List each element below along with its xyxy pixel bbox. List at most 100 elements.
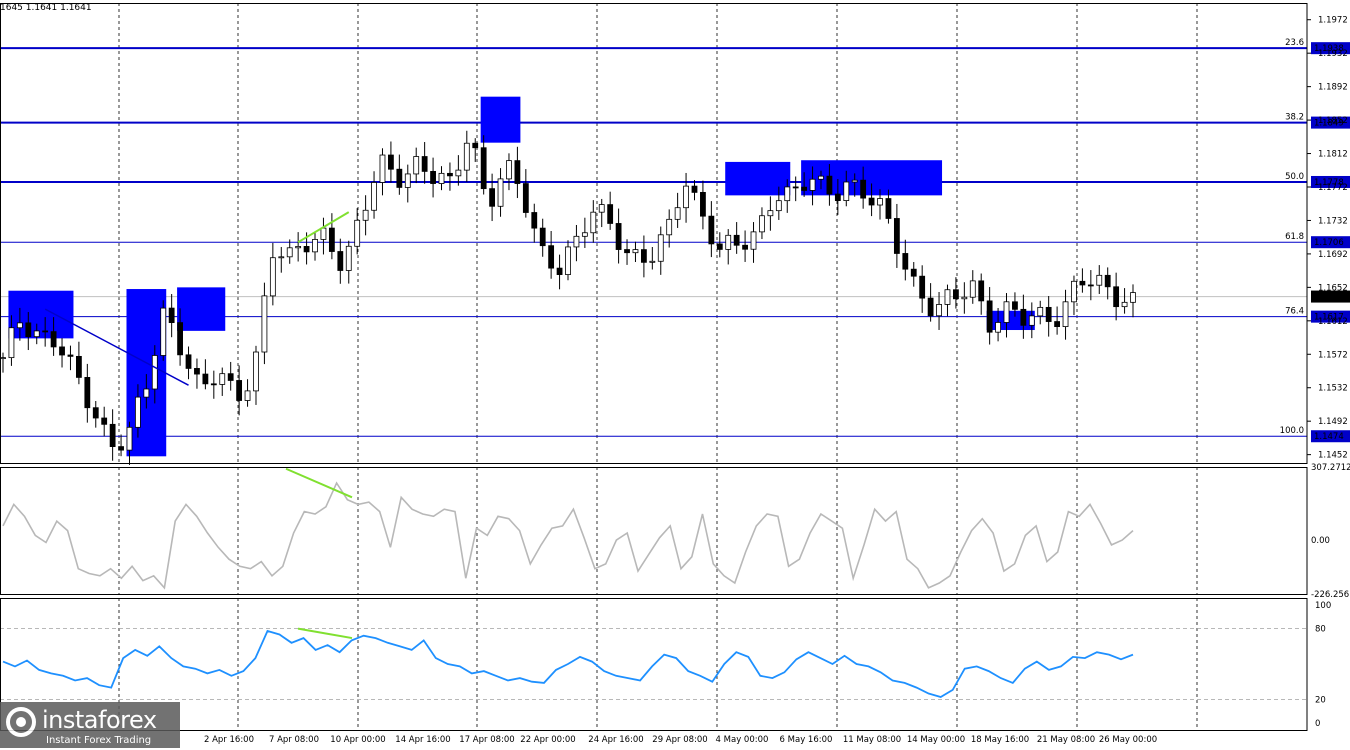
candle-body xyxy=(253,351,259,392)
brand-tagline: Instant Forex Trading xyxy=(46,735,152,746)
candle-body xyxy=(463,142,470,171)
candle-body xyxy=(902,253,909,270)
candle-body xyxy=(135,396,141,428)
fib-percent: 61.8 xyxy=(1285,232,1304,242)
candle-body xyxy=(1071,280,1077,303)
signal-box xyxy=(126,289,167,457)
candle-body xyxy=(615,223,622,250)
candle-body xyxy=(936,304,942,317)
candle-body xyxy=(168,307,175,324)
candle-body xyxy=(92,407,99,419)
signal-box xyxy=(8,290,74,339)
time-label: 18 May 16:00 xyxy=(971,735,1029,745)
candle-body xyxy=(978,280,985,302)
time-label: 21 May 08:00 xyxy=(1037,735,1095,745)
candle-body xyxy=(742,244,748,250)
candle-body xyxy=(219,373,226,385)
candle-body xyxy=(126,426,133,451)
candle-body xyxy=(269,257,276,297)
fib-percent: 100.0 xyxy=(1280,426,1304,436)
candle-body xyxy=(775,200,782,212)
candle-body xyxy=(194,368,200,375)
candle-body xyxy=(16,322,23,329)
signal-boxes xyxy=(8,96,1035,457)
candle-body xyxy=(1121,301,1128,308)
candle-body xyxy=(700,191,706,217)
candle-body xyxy=(877,198,883,206)
candle-body xyxy=(320,227,327,240)
candle-body xyxy=(413,156,420,175)
candle-body xyxy=(261,295,268,353)
candle-body xyxy=(1003,301,1010,323)
price-tick-label: 1.1812 xyxy=(1318,150,1348,160)
signal-box xyxy=(177,287,226,331)
candle-body xyxy=(109,423,116,447)
candle-body xyxy=(1096,274,1103,286)
rsi-tick-label: 100 xyxy=(1315,601,1331,611)
time-label: 17 Apr 08:00 xyxy=(459,735,514,745)
instaforex-logo: instaforex Instant Forex Trading xyxy=(0,702,180,748)
candle-body xyxy=(995,322,1001,333)
brand-name: instaforex xyxy=(42,706,157,734)
candle-body xyxy=(851,179,858,183)
candle-body xyxy=(657,234,664,262)
time-label: 7 Apr 08:00 xyxy=(269,735,319,745)
cci-tick-label: 0.00 xyxy=(1311,536,1330,546)
candle-body xyxy=(733,234,740,246)
candle-body xyxy=(607,204,614,224)
candle-body xyxy=(750,231,757,250)
candle-body xyxy=(885,198,892,219)
signal-box xyxy=(986,310,1035,331)
candle-body xyxy=(160,307,167,356)
candle-body xyxy=(893,218,900,254)
candle-body xyxy=(708,215,715,245)
candle-body xyxy=(649,260,656,263)
candle-body xyxy=(548,245,555,269)
candle-body xyxy=(337,251,344,271)
fib-percent: 23.6 xyxy=(1285,38,1304,48)
candle-body xyxy=(565,246,571,275)
time-label: 22 Apr 00:00 xyxy=(520,735,575,745)
cci-tick-label: -226.2561 xyxy=(1311,590,1350,600)
candle-body xyxy=(725,234,732,250)
candle-body xyxy=(244,390,251,401)
candle-body xyxy=(506,160,512,180)
candle-body xyxy=(759,215,765,233)
candle-body xyxy=(1079,280,1086,286)
candle-body xyxy=(362,209,369,221)
candle-body xyxy=(969,280,976,298)
price-tick-label: 1.1932 xyxy=(1318,49,1348,59)
candle-body xyxy=(683,185,689,209)
candle-body xyxy=(927,297,934,317)
price-tick-label: 1.1452 xyxy=(1318,451,1348,461)
rsi-tick-label: 0 xyxy=(1315,719,1320,729)
candle-body xyxy=(910,268,917,277)
candle-body xyxy=(489,188,496,207)
price-tick-label: 1.1572 xyxy=(1318,350,1348,360)
candle-body xyxy=(210,383,217,386)
chart-canvas: 23.61.193838.21.184950.01.177861.81.1706… xyxy=(0,3,1350,745)
panel-frame xyxy=(0,467,1308,595)
candle-body xyxy=(1020,308,1027,326)
candle-body xyxy=(25,322,32,338)
candle-body xyxy=(303,246,310,253)
price-tick-label: 1.1652 xyxy=(1318,283,1348,293)
candle-body xyxy=(33,330,40,338)
candle-body xyxy=(716,243,723,250)
candle-body xyxy=(640,249,647,263)
candle-body xyxy=(455,169,462,177)
candle-body xyxy=(295,246,302,249)
candle-body xyxy=(59,346,65,356)
candle-body xyxy=(986,300,993,333)
candle-body xyxy=(691,185,698,193)
candle-body xyxy=(632,249,639,254)
candle-body xyxy=(388,154,394,170)
rsi-line xyxy=(2,629,1134,698)
candle-body xyxy=(514,160,521,184)
price-tick-label: 1.1772 xyxy=(1318,183,1348,193)
time-label: 10 Apr 00:00 xyxy=(330,735,385,745)
candle-body xyxy=(480,147,487,190)
logo-ring-icon xyxy=(6,707,36,737)
candle-body xyxy=(581,232,588,237)
candle-body xyxy=(42,330,49,333)
